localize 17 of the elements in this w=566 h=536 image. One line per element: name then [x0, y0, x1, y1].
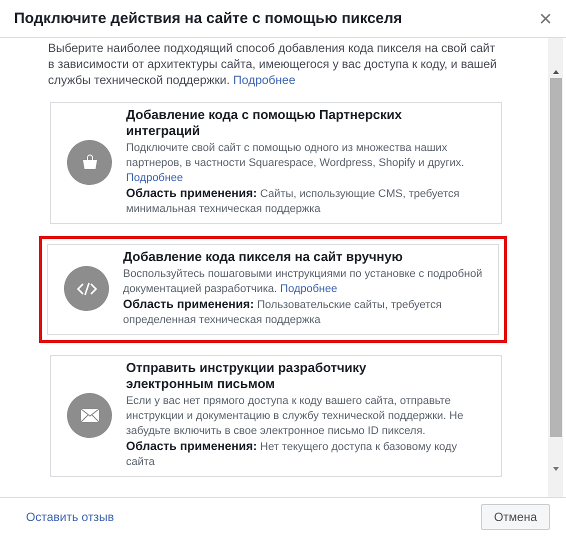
learn-more-link[interactable]: Подробнее [233, 73, 296, 87]
cancel-button[interactable]: Отмена [480, 504, 550, 530]
intro-text: Выберите наиболее подходящий способ добавления кода пикселя на свой сайт в зависимости от архитектуры сайта, имеющегося у вас доступа к коду, и вашей службы технической поддержки. Подробнее [48, 40, 498, 88]
option-description: Воспользуйтесь пошаговыми инструкциями по установке с подробной документацией разработчика. Подробнее [123, 267, 483, 297]
feedback-link[interactable]: Оставить отзыв [26, 510, 114, 524]
close-button[interactable]: × [535, 8, 556, 30]
option-title: Отправить инструкции разработчику электронным письмом [126, 360, 368, 392]
option-scope: Область применения: Сайты, использующие CMS, требуется минимальная техническая поддержка [126, 186, 460, 217]
learn-more-link[interactable]: Подробнее [126, 172, 184, 184]
dialog-title: Подключите действия на сайте с помощью пикселя [14, 10, 402, 27]
option-description: Если у вас нет прямого доступа к коду вашего сайта, отправьте инструкции и документацию в службу технической поддержки. Не забудьте включить в свое электронное письмо ID пикселя. [126, 394, 464, 439]
option-description: Подключите свой сайт с помощью одного из множества наших партнеров, в частности Squarespace, Wordpress, Shopify и других. Подробнее [126, 141, 466, 186]
option-title: Добавление кода с помощью Партнерских интеграций [126, 107, 403, 139]
option-scope: Область применения: Пользовательские сайты, требуется определенная техническая поддержка [123, 297, 443, 328]
option-title: Добавление кода пикселя на сайт вручную [123, 249, 404, 265]
learn-more-link[interactable]: Подробнее [280, 283, 338, 295]
option-scope: Область применения: Нет текущего доступа к базовому коду сайта [126, 439, 458, 470]
